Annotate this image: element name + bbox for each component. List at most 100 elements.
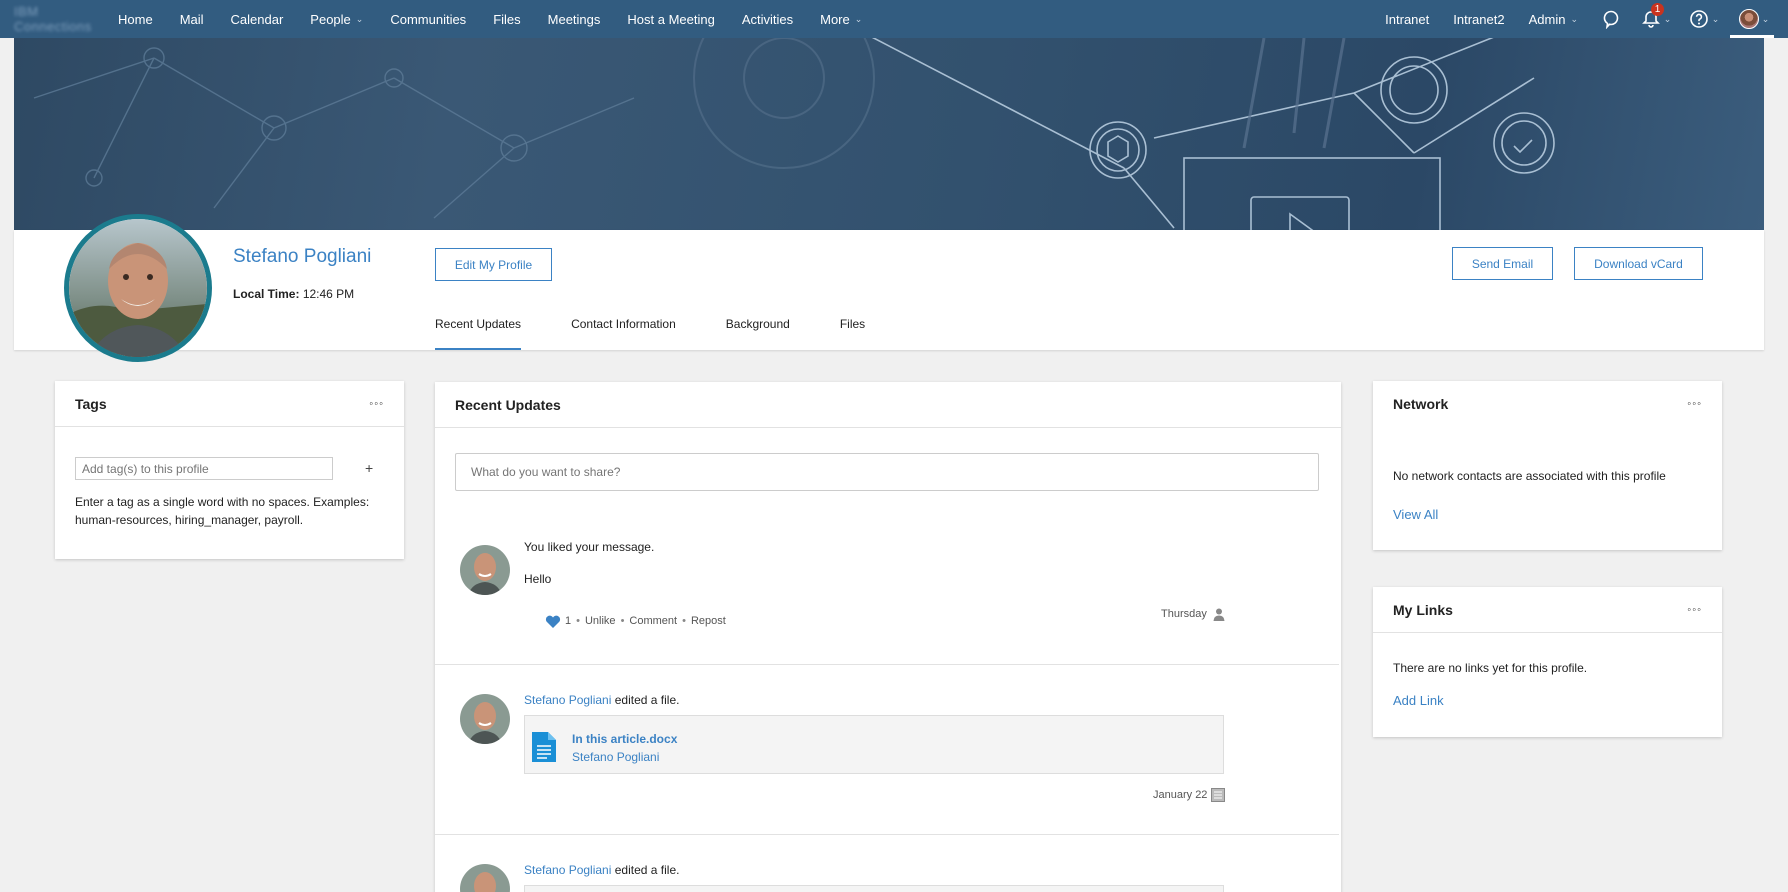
nav-host-meeting[interactable]: Host a Meeting bbox=[627, 12, 714, 27]
nav-intranet[interactable]: Intranet bbox=[1385, 12, 1429, 27]
links-empty-message: There are no links yet for this profile. bbox=[1393, 661, 1588, 675]
nav-activities-label: Activities bbox=[741, 11, 794, 27]
tab-background[interactable]: Background bbox=[726, 317, 790, 350]
add-tag-plus-icon[interactable]: + bbox=[365, 460, 373, 476]
file-name-link[interactable]: In this article.docx bbox=[572, 732, 677, 746]
avatar[interactable] bbox=[460, 545, 510, 595]
update-entry: Stefano Pogliani edited a file. In this … bbox=[435, 692, 1339, 842]
avatar-image bbox=[460, 545, 510, 595]
nav-people[interactable]: People ⌄ bbox=[310, 12, 363, 27]
more-options-icon[interactable]: ◦◦◦ bbox=[369, 398, 384, 410]
nav-files[interactable]: Files bbox=[493, 12, 520, 27]
profile-header: Stefano Pogliani Local Time: 12:46 PM Ed… bbox=[14, 214, 1764, 362]
like-count: 1 bbox=[565, 614, 572, 627]
document-icon bbox=[532, 732, 556, 762]
help-icon bbox=[1689, 10, 1708, 28]
nav-communities[interactable]: Communities bbox=[390, 12, 466, 27]
tags-card-title: Tags bbox=[75, 395, 107, 412]
tab-recent-updates[interactable]: Recent Updates bbox=[435, 317, 522, 350]
person-icon bbox=[1213, 608, 1225, 621]
more-options-icon[interactable]: ◦◦◦ bbox=[1687, 604, 1702, 616]
nav-mail[interactable]: Mail bbox=[180, 12, 204, 27]
update-entry: You liked your message. Hello 1 • Unlike •… bbox=[435, 537, 1339, 667]
file-type-icon bbox=[1211, 788, 1226, 802]
nav-more[interactable]: More ⌄ bbox=[820, 12, 862, 27]
recent-updates-title: Recent Updates bbox=[455, 396, 561, 413]
more-options-icon[interactable]: ◦◦◦ bbox=[1687, 398, 1702, 410]
nav-home[interactable]: Home bbox=[118, 12, 153, 27]
nav-activities[interactable]: Activities bbox=[742, 12, 793, 27]
nav-calendar[interactable]: Calendar bbox=[231, 12, 284, 27]
chat-bubble-icon bbox=[1603, 10, 1619, 29]
chat-button[interactable] bbox=[1594, 0, 1628, 38]
nav-intranet2-label: Intranet2 bbox=[1453, 11, 1505, 27]
edit-profile-label: Edit My Profile bbox=[454, 257, 533, 272]
update-entry: Stefano Pogliani edited a file. bbox=[435, 862, 1339, 892]
my-links-card-header: My Links ◦◦◦ bbox=[1373, 587, 1722, 633]
network-empty-message: No network contacts are associated with … bbox=[1393, 469, 1666, 483]
avatar[interactable] bbox=[460, 864, 510, 892]
heart-icon[interactable] bbox=[545, 615, 561, 629]
local-time: Local Time: 12:46 PM bbox=[233, 287, 354, 301]
nav-right-group: Intranet Intranet2 Admin ⌄ 1 ⌄ ⌄ ⌄ bbox=[1373, 0, 1788, 38]
file-owner-link[interactable]: Stefano Pogliani bbox=[572, 750, 659, 764]
network-card-header: Network ◦◦◦ bbox=[1373, 381, 1722, 427]
user-menu-button[interactable]: ⌄ bbox=[1732, 0, 1776, 38]
chevron-down-icon: ⌄ bbox=[1663, 13, 1672, 24]
update-date: Thursday bbox=[1161, 607, 1226, 621]
nav-intranet-label: Intranet bbox=[1385, 11, 1430, 27]
local-time-value: 12:46 PM bbox=[302, 287, 355, 301]
notifications-button[interactable]: 1 ⌄ bbox=[1636, 0, 1676, 38]
brand-logo[interactable]: IBM Connections bbox=[0, 0, 100, 38]
nav-files-label: Files bbox=[493, 11, 521, 27]
update-text: You liked your message. bbox=[524, 540, 655, 554]
comment-link[interactable]: Comment bbox=[629, 615, 677, 627]
send-email-label: Send Email bbox=[1471, 256, 1534, 271]
chevron-down-icon: ⌄ bbox=[1570, 13, 1578, 24]
tab-background-label: Background bbox=[725, 317, 790, 331]
avatar[interactable] bbox=[460, 694, 510, 744]
tab-files-label: Files bbox=[839, 317, 866, 331]
add-tag-input[interactable] bbox=[75, 457, 333, 480]
repost-link[interactable]: Repost bbox=[691, 615, 726, 627]
edit-profile-button[interactable]: Edit My Profile bbox=[435, 248, 552, 281]
author-link[interactable]: Stefano Pogliani bbox=[524, 863, 611, 877]
send-email-button[interactable]: Send Email bbox=[1452, 247, 1553, 280]
nav-meetings-label: Meetings bbox=[547, 11, 601, 27]
download-vcard-button[interactable]: Download vCard bbox=[1574, 247, 1703, 280]
profile-photo[interactable] bbox=[64, 214, 212, 362]
nav-intranet2[interactable]: Intranet2 bbox=[1453, 12, 1504, 27]
tags-card: Tags ◦◦◦ + Enter a tag as a single word … bbox=[55, 381, 404, 559]
update-text: Stefano Pogliani edited a file. bbox=[524, 863, 679, 877]
view-all-link[interactable]: View All bbox=[1393, 507, 1438, 522]
help-button[interactable]: ⌄ bbox=[1684, 0, 1724, 38]
tab-contact-information-label: Contact Information bbox=[571, 317, 676, 331]
add-link[interactable]: Add Link bbox=[1393, 693, 1444, 708]
top-navigation-bar: IBM Connections Home Mail Calendar Peopl… bbox=[0, 0, 1788, 38]
nav-more-label: More bbox=[820, 11, 850, 27]
nav-admin-label: Admin bbox=[1528, 11, 1566, 27]
update-actions: 1 • Unlike • Comment • Repost bbox=[545, 612, 726, 629]
share-input[interactable] bbox=[455, 453, 1319, 491]
chevron-down-icon: ⌄ bbox=[1711, 13, 1720, 24]
tab-recent-updates-label: Recent Updates bbox=[435, 317, 522, 331]
my-links-card-title: My Links bbox=[1393, 601, 1453, 618]
file-attachment[interactable] bbox=[524, 885, 1224, 892]
file-attachment[interactable]: In this article.docx Stefano Pogliani bbox=[524, 715, 1224, 774]
network-card-title: Network bbox=[1393, 396, 1449, 412]
nav-meetings[interactable]: Meetings bbox=[548, 12, 601, 27]
tab-files[interactable]: Files bbox=[840, 317, 865, 350]
my-links-card: My Links ◦◦◦ There are no links yet for … bbox=[1373, 587, 1722, 737]
tab-contact-information[interactable]: Contact Information bbox=[571, 317, 676, 350]
nav-communities-label: Communities bbox=[390, 11, 467, 27]
author-link[interactable]: Stefano Pogliani bbox=[524, 693, 611, 707]
nav-admin[interactable]: Admin ⌄ bbox=[1529, 12, 1578, 27]
recent-updates-header: Recent Updates bbox=[435, 382, 1341, 428]
unlike-link[interactable]: Unlike bbox=[585, 615, 616, 627]
profile-tabs: Recent Updates Contact Information Backg… bbox=[435, 317, 915, 350]
separator-dot: • bbox=[620, 614, 625, 627]
profile-banner bbox=[14, 38, 1764, 230]
nav-host-meeting-label: Host a Meeting bbox=[627, 11, 715, 27]
update-action: edited a file. bbox=[614, 693, 680, 707]
profile-photo-image bbox=[69, 219, 207, 357]
